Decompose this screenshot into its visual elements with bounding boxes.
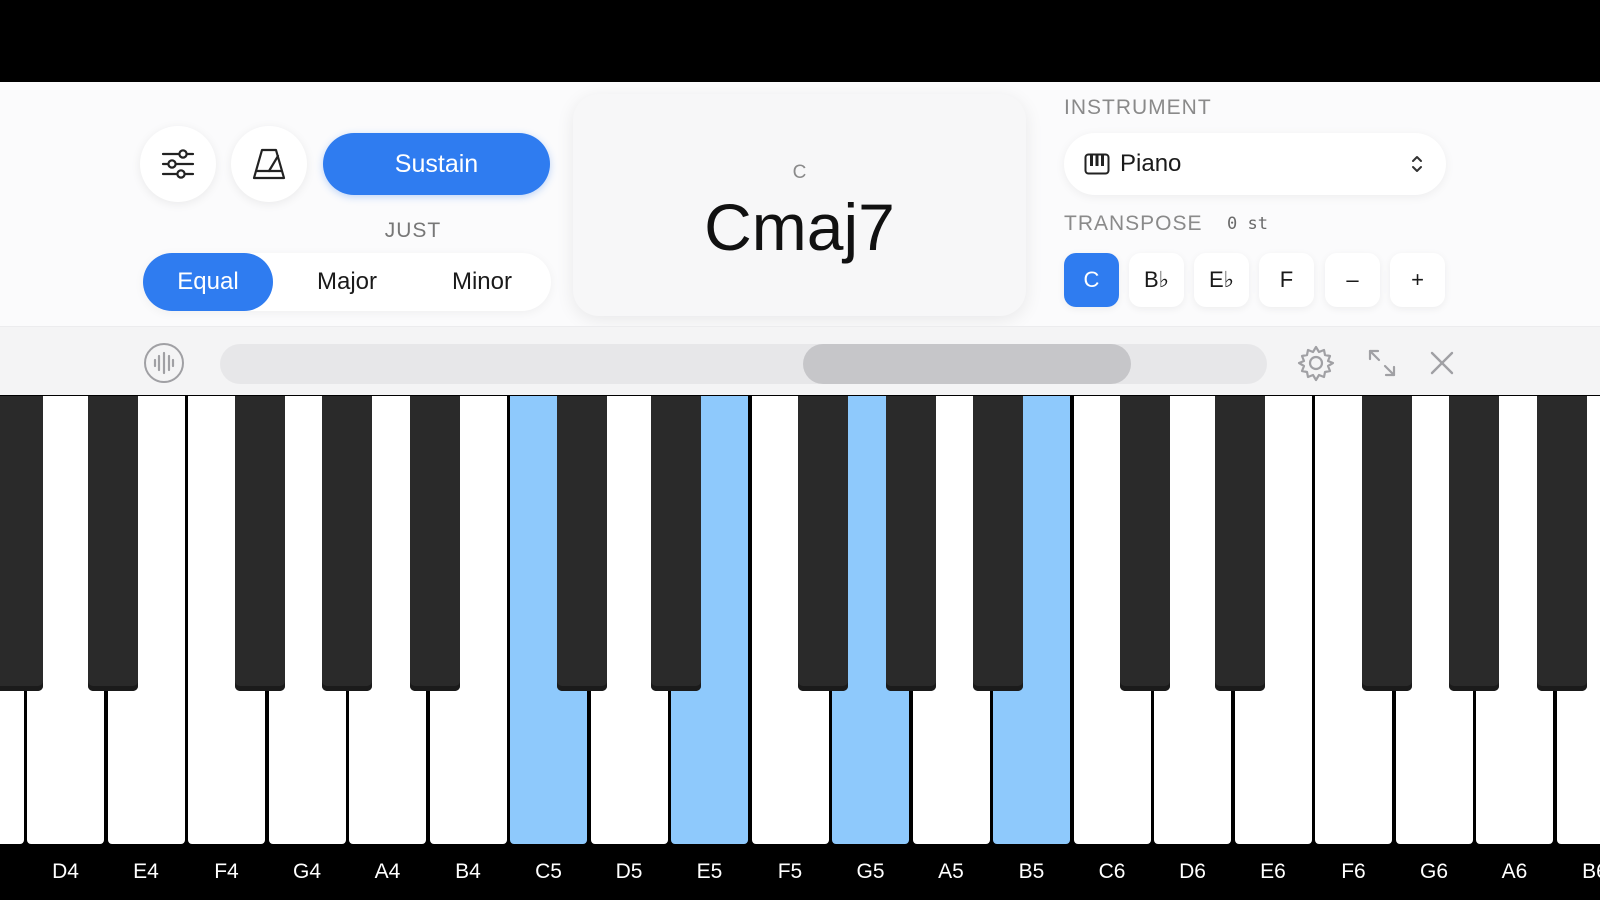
note-label-d6: D6 xyxy=(1179,860,1206,883)
instrument-value: Piano xyxy=(1120,150,1182,177)
note-labels: C4 D4 E4 F4 G4 A4 B4 C5 D5 E5 F5 G5 A5 B5 C6 D6 E6 F6 G6 A6… xyxy=(0,844,1600,900)
black-key-g5-sharp[interactable] xyxy=(885,396,936,691)
note-label-f6: F6 xyxy=(1341,860,1366,883)
expand-button[interactable] xyxy=(1361,342,1403,384)
note-label-f5: F5 xyxy=(777,860,803,883)
transpose-key-f[interactable]: F xyxy=(1259,253,1314,307)
black-key-a6-sharp[interactable] xyxy=(1536,396,1587,691)
chord-name: Cmaj7 xyxy=(704,190,895,264)
transpose-key-c[interactable]: C xyxy=(1064,253,1119,307)
sustain-button[interactable]: Sustain xyxy=(323,133,550,195)
chord-root: C xyxy=(792,162,807,183)
instrument-label: INSTRUMENT xyxy=(1064,96,1212,119)
transpose-down-button[interactable]: – xyxy=(1325,253,1380,307)
chevron-updown-icon xyxy=(1412,156,1422,172)
note-label-e4: E4 xyxy=(133,860,159,883)
tuning-option-minor[interactable]: Minor xyxy=(421,253,543,311)
black-key-f4-sharp[interactable] xyxy=(234,396,285,691)
note-label-g5: G5 xyxy=(856,860,885,883)
keyboard-scrollbar[interactable] xyxy=(220,344,1267,384)
note-label-b4: B4 xyxy=(455,860,481,883)
close-button[interactable] xyxy=(1421,342,1463,384)
transpose-key-e-flat[interactable]: E♭ xyxy=(1194,253,1249,307)
black-key-a5-sharp[interactable] xyxy=(973,396,1024,691)
black-key-c6-sharp[interactable] xyxy=(1120,396,1171,691)
chord-display: C Cmaj7 xyxy=(573,94,1026,316)
note-label-e5: E5 xyxy=(696,860,723,883)
scroll-thumb[interactable] xyxy=(803,344,1131,384)
note-label-g4: G4 xyxy=(292,860,321,883)
black-key-d4-sharp[interactable] xyxy=(87,396,138,691)
black-key-c4-sharp[interactable] xyxy=(0,396,44,691)
tuning-option-equal[interactable]: Equal xyxy=(143,253,273,311)
mixer-button[interactable] xyxy=(140,126,216,202)
note-label-a5: A5 xyxy=(938,860,964,883)
black-key-d5-sharp[interactable] xyxy=(651,396,702,691)
settings-button[interactable] xyxy=(1295,342,1337,384)
note-label-g6: G6 xyxy=(1419,860,1448,883)
black-key-g4-sharp[interactable] xyxy=(322,396,373,691)
black-key-f6-sharp[interactable] xyxy=(1361,396,1412,691)
waveform-icon xyxy=(144,343,184,383)
instrument-select[interactable]: Piano xyxy=(1064,133,1446,195)
transpose-key-b-flat[interactable]: B♭ xyxy=(1129,253,1184,307)
note-label-c4: C4 xyxy=(0,860,25,884)
black-key-c5-sharp[interactable] xyxy=(556,396,607,691)
metronome-icon xyxy=(252,148,286,180)
sliders-icon xyxy=(161,149,195,179)
keyboard-toolbar xyxy=(0,326,1600,395)
expand-icon xyxy=(1368,349,1396,377)
note-label-d4: D4 xyxy=(52,860,79,883)
close-icon xyxy=(1430,351,1454,375)
metronome-button[interactable] xyxy=(231,126,307,202)
note-label-b5: B5 xyxy=(1018,860,1045,883)
audio-button[interactable] xyxy=(143,342,185,384)
black-key-f5-sharp[interactable] xyxy=(798,396,849,691)
note-label-c6: C6 xyxy=(1098,860,1126,883)
black-key-a4-sharp[interactable] xyxy=(409,396,460,691)
tuning-option-major[interactable]: Major xyxy=(286,253,408,311)
transpose-label: TRANSPOSE xyxy=(1064,212,1203,235)
transpose-value: 0 st xyxy=(1227,214,1268,234)
black-key-g6-sharp[interactable] xyxy=(1449,396,1500,691)
note-label-b6: B6 xyxy=(1582,860,1600,883)
transpose-up-button[interactable]: + xyxy=(1390,253,1445,307)
piano-icon xyxy=(1084,153,1110,175)
note-label-e6: E6 xyxy=(1260,860,1286,883)
black-key-d6-sharp[interactable] xyxy=(1214,396,1265,691)
tuning-label: JUST xyxy=(384,219,442,242)
note-label-f4: F4 xyxy=(214,860,239,883)
note-label-d5: D5 xyxy=(615,860,643,883)
gear-icon xyxy=(1297,345,1335,382)
note-label-a6: A6 xyxy=(1501,860,1528,883)
tuning-segmented-control: Equal Major Minor xyxy=(143,253,551,311)
note-label-c5: C5 xyxy=(535,860,562,883)
app-window: Sustain JUST Equal Major Minor C Cmaj7 I… xyxy=(0,82,1600,900)
control-panel: Sustain JUST Equal Major Minor C Cmaj7 I… xyxy=(0,82,1600,326)
note-label-a4: A4 xyxy=(374,860,401,883)
piano-keyboard xyxy=(0,396,1600,844)
